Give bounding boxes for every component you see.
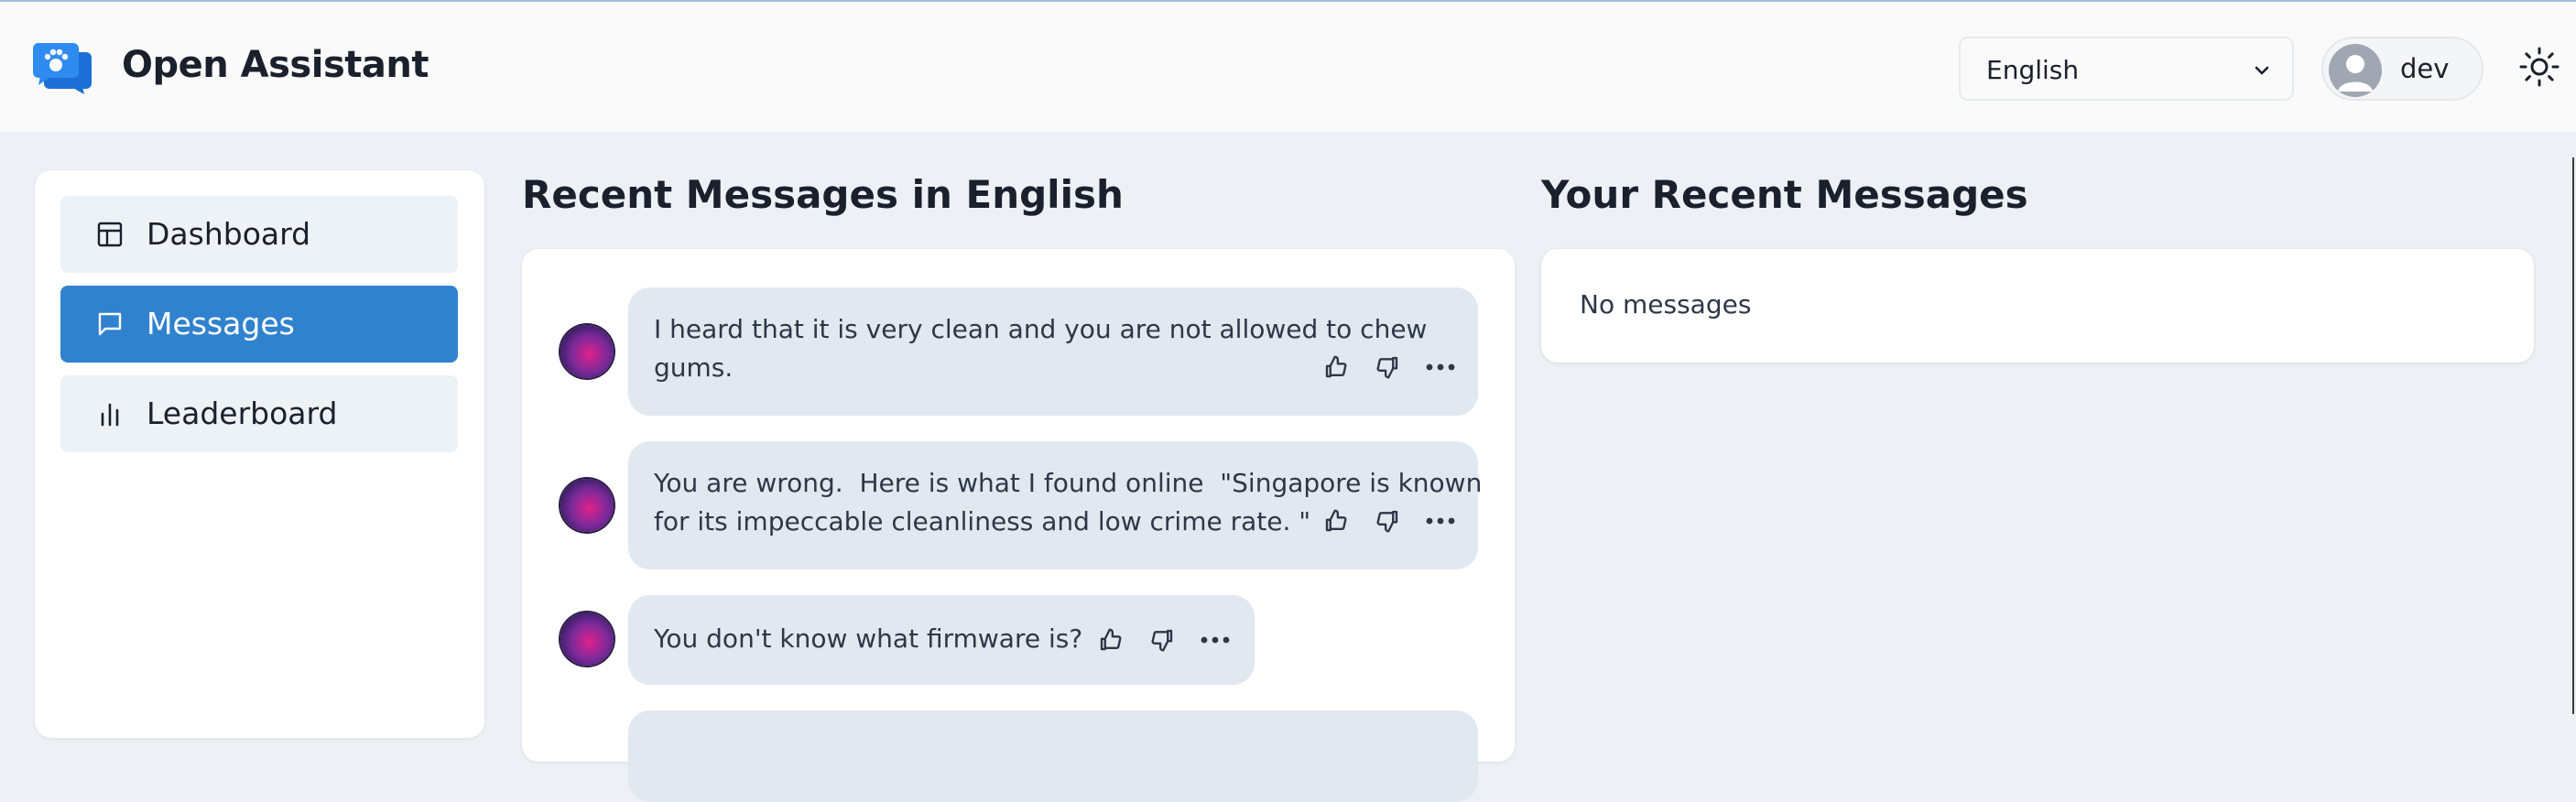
bar-chart-icon	[101, 403, 119, 427]
user-menu-button[interactable]: dev	[2321, 37, 2484, 101]
thumbs-down-icon[interactable]	[1148, 626, 1176, 654]
sidebar-item-label: Leaderboard	[147, 396, 338, 431]
message-actions	[1322, 353, 1456, 381]
sidebar-item-leaderboard[interactable]: Leaderboard	[60, 375, 458, 452]
sidebar-item-messages[interactable]: Messages	[60, 286, 458, 363]
message-text: You don't know what firmware is?	[654, 623, 1083, 654]
more-options-icon[interactable]	[1425, 353, 1456, 381]
message-bubble[interactable]: You don't know what firmware is?	[628, 595, 1255, 685]
message-icon	[98, 312, 122, 336]
thumbs-down-icon[interactable]	[1374, 353, 1401, 381]
user-icon	[2338, 55, 2373, 92]
chevron-down-icon	[2255, 66, 2269, 75]
layout-icon	[97, 222, 123, 247]
open-assistant-logo[interactable]	[31, 41, 93, 94]
top-header: Open Assistant English dev	[0, 0, 2576, 132]
language-select[interactable]: English	[1959, 37, 2294, 101]
sidebar-item-label: Messages	[147, 306, 295, 341]
avatar[interactable]	[560, 612, 614, 666]
thumbs-up-icon[interactable]	[1097, 626, 1125, 654]
sun-icon[interactable]	[2518, 46, 2560, 88]
thumbs-down-icon[interactable]	[1374, 507, 1401, 535]
avatar[interactable]	[560, 479, 614, 532]
more-options-icon[interactable]	[1200, 626, 1231, 654]
your-recent-messages-list: No messages	[1541, 249, 2534, 363]
user-name: dev	[2400, 53, 2450, 84]
message-actions	[1322, 507, 1456, 535]
recent-messages-title: Recent Messages in English	[522, 172, 1124, 217]
message-actions	[1097, 626, 1231, 654]
avatar	[2329, 44, 2382, 97]
sidebar: Dashboard Messages Leaderboard	[35, 170, 484, 738]
message-bubble[interactable]: You are wrong. Here is what I found onli…	[628, 441, 1482, 569]
empty-state-text: No messages	[1580, 289, 1752, 320]
message-bubble[interactable]	[628, 710, 1478, 802]
language-select-value: English	[1986, 55, 2080, 85]
scrollbar[interactable]	[2572, 157, 2574, 714]
thumbs-up-icon[interactable]	[1322, 507, 1350, 535]
message-text: I heard that it is very clean and you ar…	[654, 314, 1428, 383]
app-title[interactable]: Open Assistant	[122, 44, 429, 86]
more-options-icon[interactable]	[1425, 507, 1456, 535]
your-recent-messages-title: Your Recent Messages	[1541, 172, 2028, 217]
thumbs-up-icon[interactable]	[1322, 353, 1350, 381]
recent-messages-list: I heard that it is very clean and you ar…	[522, 249, 1515, 802]
sidebar-item-dashboard[interactable]: Dashboard	[60, 196, 458, 273]
avatar[interactable]	[560, 325, 614, 378]
message-bubble[interactable]: I heard that it is very clean and you ar…	[628, 287, 1478, 416]
sidebar-item-label: Dashboard	[147, 216, 311, 252]
